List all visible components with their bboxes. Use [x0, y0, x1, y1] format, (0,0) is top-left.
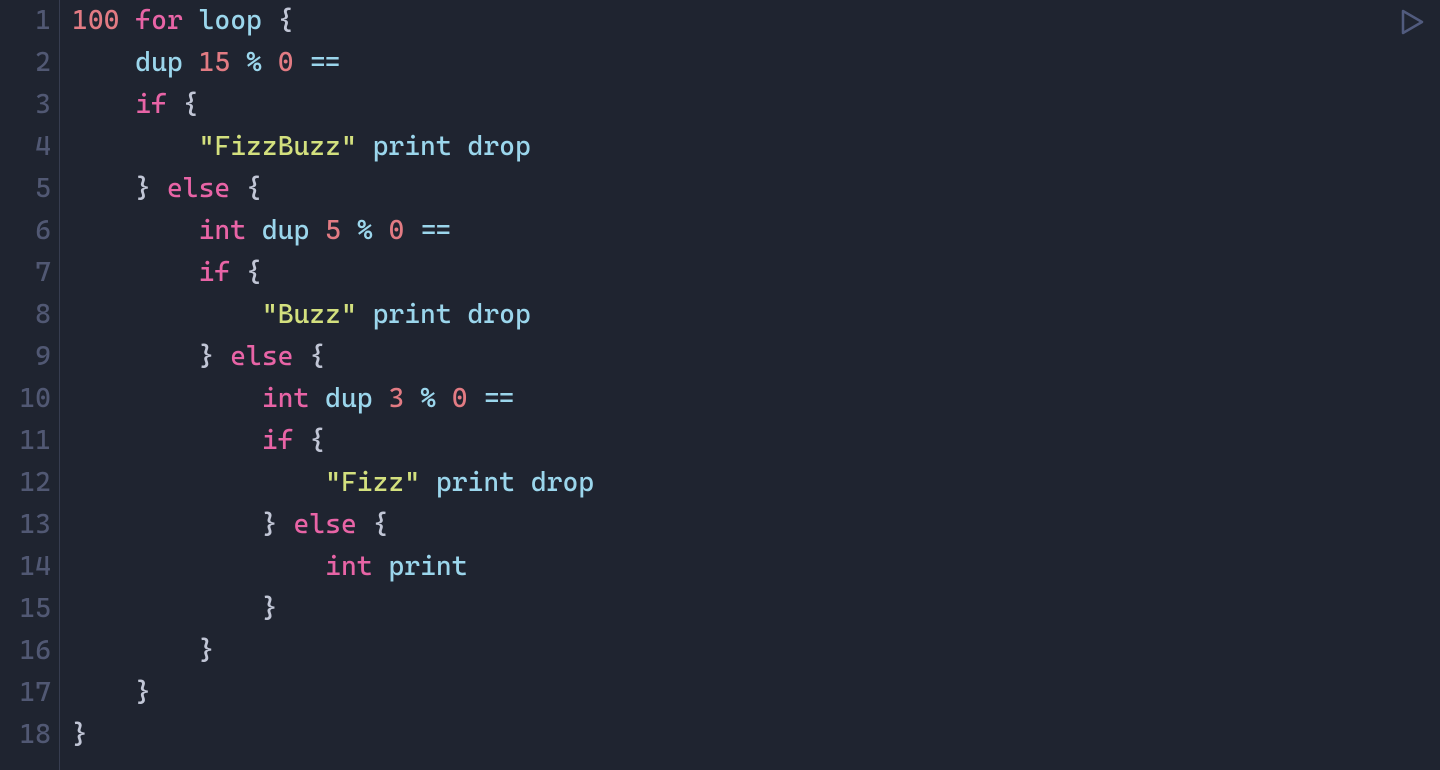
run-button[interactable]: [1398, 8, 1426, 36]
token-num: 0: [388, 215, 404, 246]
code-area[interactable]: 100 for loop { dup 15 % 0 == if { "FizzB…: [60, 0, 1440, 770]
token-punct: {: [309, 341, 325, 372]
token-num: 100: [72, 5, 119, 36]
token-ident: drop: [531, 467, 594, 498]
line-number: 17: [0, 672, 51, 714]
token-type: int: [262, 383, 309, 414]
play-icon: [1400, 9, 1424, 35]
code-line[interactable]: } else {: [72, 168, 1440, 210]
token-punct: }: [199, 341, 215, 372]
line-number: 6: [0, 210, 51, 252]
code-line[interactable]: } else {: [72, 336, 1440, 378]
line-number: 7: [0, 252, 51, 294]
line-number: 1: [0, 0, 51, 42]
token-kw: else: [230, 341, 293, 372]
token-op: ==: [309, 47, 341, 78]
token-ident: print: [373, 299, 452, 330]
token-type: int: [199, 215, 246, 246]
line-number: 16: [0, 630, 51, 672]
token-op: ==: [420, 215, 452, 246]
token-ident: drop: [468, 131, 531, 162]
token-num: 5: [325, 215, 341, 246]
token-op: %: [420, 383, 436, 414]
line-number: 11: [0, 420, 51, 462]
code-line[interactable]: if {: [72, 252, 1440, 294]
code-line[interactable]: "Fizz" print drop: [72, 462, 1440, 504]
line-number: 18: [0, 714, 51, 756]
token-str: "Fizz": [325, 467, 420, 498]
token-kw: if: [199, 257, 231, 288]
token-ident: print: [373, 131, 452, 162]
token-punct: {: [246, 257, 262, 288]
line-number-gutter: 123456789101112131415161718: [0, 0, 60, 770]
token-op: %: [246, 47, 262, 78]
line-number: 8: [0, 294, 51, 336]
code-line[interactable]: }: [72, 672, 1440, 714]
token-punct: {: [246, 173, 262, 204]
line-number: 12: [0, 462, 51, 504]
code-line[interactable]: dup 15 % 0 ==: [72, 42, 1440, 84]
token-op: ==: [483, 383, 515, 414]
token-punct: }: [135, 677, 151, 708]
token-punct: {: [373, 509, 389, 540]
line-number: 9: [0, 336, 51, 378]
token-op: %: [357, 215, 373, 246]
token-punct: }: [135, 173, 151, 204]
token-punct: }: [262, 593, 278, 624]
code-line[interactable]: if {: [72, 84, 1440, 126]
token-punct: }: [199, 635, 215, 666]
code-line[interactable]: }: [72, 630, 1440, 672]
token-ident: dup: [262, 215, 309, 246]
token-punct: {: [309, 425, 325, 456]
token-ident: loop: [199, 5, 262, 36]
token-num: 3: [388, 383, 404, 414]
token-punct: {: [278, 5, 294, 36]
code-editor[interactable]: 123456789101112131415161718 100 for loop…: [0, 0, 1440, 770]
token-type: int: [325, 551, 372, 582]
line-number: 4: [0, 126, 51, 168]
code-line[interactable]: if {: [72, 420, 1440, 462]
token-kw: else: [294, 509, 357, 540]
code-line[interactable]: 100 for loop {: [72, 0, 1440, 42]
token-ident: dup: [325, 383, 372, 414]
code-line[interactable]: int dup 5 % 0 ==: [72, 210, 1440, 252]
token-ident: dup: [135, 47, 182, 78]
line-number: 13: [0, 504, 51, 546]
code-line[interactable]: "FizzBuzz" print drop: [72, 126, 1440, 168]
token-kw: if: [135, 89, 167, 120]
token-num: 0: [278, 47, 294, 78]
token-punct: {: [183, 89, 199, 120]
line-number: 15: [0, 588, 51, 630]
code-line[interactable]: int print: [72, 546, 1440, 588]
token-str: "FizzBuzz": [199, 131, 357, 162]
code-line[interactable]: }: [72, 714, 1440, 756]
token-str: "Buzz": [262, 299, 357, 330]
code-line[interactable]: } else {: [72, 504, 1440, 546]
line-number: 14: [0, 546, 51, 588]
token-num: 15: [199, 47, 231, 78]
token-ident: print: [436, 467, 515, 498]
token-num: 0: [452, 383, 468, 414]
token-ident: drop: [468, 299, 531, 330]
token-kw: for: [135, 5, 182, 36]
code-line[interactable]: }: [72, 588, 1440, 630]
line-number: 5: [0, 168, 51, 210]
token-kw: if: [262, 425, 294, 456]
line-number: 2: [0, 42, 51, 84]
line-number: 3: [0, 84, 51, 126]
code-line[interactable]: "Buzz" print drop: [72, 294, 1440, 336]
token-kw: else: [167, 173, 230, 204]
token-punct: }: [72, 719, 88, 750]
code-line[interactable]: int dup 3 % 0 ==: [72, 378, 1440, 420]
token-ident: print: [388, 551, 467, 582]
token-punct: }: [262, 509, 278, 540]
line-number: 10: [0, 378, 51, 420]
